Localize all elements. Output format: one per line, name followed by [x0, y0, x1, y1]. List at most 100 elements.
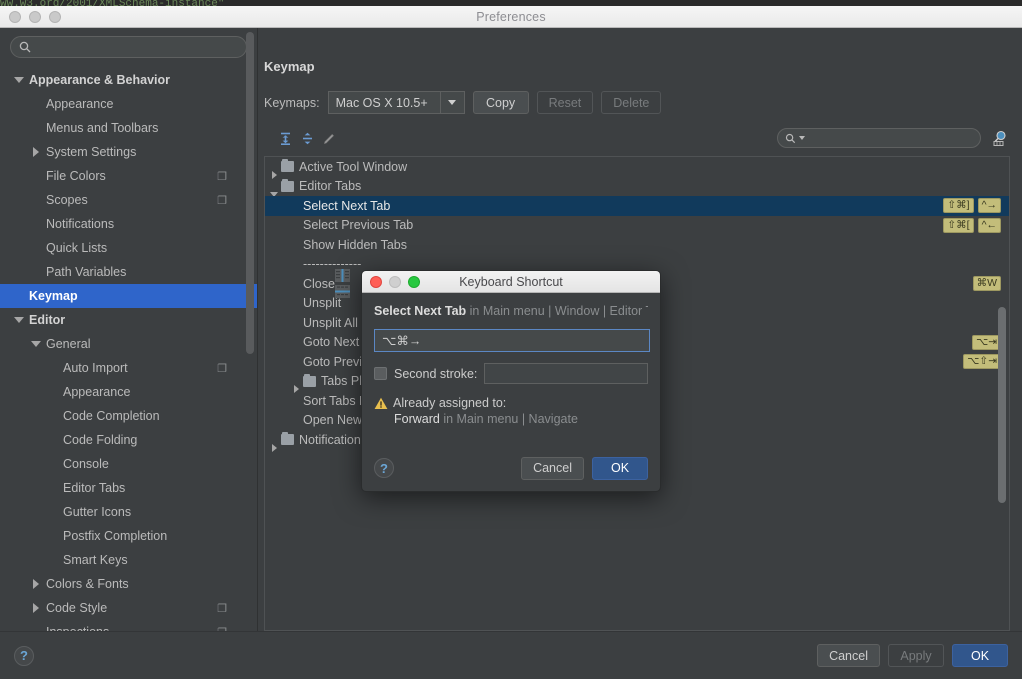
sidebar-item-editor[interactable]: Editor	[0, 308, 257, 332]
chevron-right-icon[interactable]	[31, 603, 41, 613]
sidebar-item-system-settings[interactable]: System Settings	[0, 140, 257, 164]
chevron-down-icon[interactable]	[799, 136, 805, 140]
copy-settings-icon[interactable]: ❐	[217, 626, 227, 632]
action-label: Unsplit	[303, 296, 342, 311]
sidebar-item-keymap[interactable]: Keymap	[0, 284, 257, 308]
sidebar-item-code-completion[interactable]: Code Completion	[0, 404, 257, 428]
action-row[interactable]: Select Next Tab ⇧⌘] ^→	[265, 196, 1009, 216]
actions-scrollbar[interactable]	[998, 307, 1006, 503]
sidebar-item-label: Colors & Fonts	[46, 577, 129, 591]
search-box[interactable]	[10, 36, 247, 58]
apply-button[interactable]: Apply	[888, 644, 944, 667]
sidebar-item-inspections[interactable]: Inspections ❐	[0, 620, 257, 631]
help-button[interactable]: ?	[14, 645, 34, 666]
action-label: Unsplit All	[303, 315, 358, 330]
sidebar-item-label: Keymap	[29, 289, 78, 303]
sidebar-item-label: Gutter Icons	[63, 505, 132, 519]
shortcut-badge[interactable]: ⇧⌘]	[943, 198, 974, 214]
actions-filter-box[interactable]	[777, 128, 981, 148]
reset-keymap-button[interactable]: Reset	[536, 91, 594, 114]
copy-settings-icon[interactable]: ❐	[217, 194, 227, 207]
preferences-window: Preferences Appearance & Behavior Appeara…	[0, 6, 1022, 679]
chevron-down-icon[interactable]	[439, 92, 464, 113]
dialog-content: Select Next Tab in Main menu | Window | …	[362, 293, 660, 445]
dialog-title: Keyboard Shortcut	[459, 274, 563, 289]
search-icon	[19, 41, 31, 53]
sidebar-item-postfix-completion[interactable]: Postfix Completion	[0, 524, 257, 548]
edit-shortcut-pencil-icon[interactable]	[318, 128, 340, 148]
action-row[interactable]: Select Previous Tab ⇧⌘[^←	[265, 216, 1009, 236]
action-row[interactable]: Show Hidden Tabs	[265, 235, 1009, 255]
action-row[interactable]: Editor Tabs	[265, 177, 1009, 198]
sidebar-search-wrap	[0, 28, 257, 64]
sidebar-item-path-variables[interactable]: Path Variables	[0, 260, 257, 284]
chevron-right-icon[interactable]	[31, 147, 41, 157]
shortcut-badge[interactable]: ⌥⇧⇥	[963, 354, 1001, 370]
sidebar-item-quick-lists[interactable]: Quick Lists	[0, 236, 257, 260]
copy-settings-icon[interactable]: ❐	[217, 170, 227, 183]
chevron-down-icon[interactable]	[31, 339, 41, 349]
sidebar-item-label: Code Folding	[63, 433, 138, 447]
shortcut-badges: ⌥⇥	[972, 334, 1001, 350]
dialog-help-button[interactable]: ?	[374, 458, 394, 478]
second-stroke-input[interactable]	[484, 363, 648, 384]
sidebar-item-appearance[interactable]: Appearance	[0, 92, 257, 116]
sidebar-item-menus-and-toolbars[interactable]: Menus and Toolbars	[0, 116, 257, 140]
split-icons-group	[335, 269, 350, 298]
shortcut-badges: ⌘W	[972, 276, 1001, 292]
first-stroke-input[interactable]: ⌥⌘→	[374, 329, 650, 352]
split-vertically-icon	[335, 269, 350, 282]
chevron-right-icon[interactable]	[31, 579, 41, 589]
search-input[interactable]	[36, 40, 238, 54]
sidebar-item-smart-keys[interactable]: Smart Keys	[0, 548, 257, 572]
shortcut-badge[interactable]: ^→	[977, 198, 1001, 214]
sidebar-scrollbar[interactable]	[246, 32, 254, 354]
sidebar-item-auto-import[interactable]: Auto Import ❐	[0, 356, 257, 380]
sidebar-item-appearance-behavior[interactable]: Appearance & Behavior	[0, 68, 257, 92]
sidebar-item-code-folding[interactable]: Code Folding	[0, 428, 257, 452]
assigned-action-line: Forward in Main menu | Navigate	[394, 412, 648, 426]
copy-settings-icon[interactable]: ❐	[217, 362, 227, 375]
ok-button[interactable]: OK	[952, 644, 1008, 667]
shortcut-badge[interactable]: ⌥⇥	[972, 334, 1001, 350]
sidebar-item-colors-fonts[interactable]: Colors & Fonts	[0, 572, 257, 596]
sidebar-item-general[interactable]: General	[0, 332, 257, 356]
shortcut-badge[interactable]: ⇧⌘[	[943, 217, 974, 233]
sidebar-item-appearance[interactable]: Appearance	[0, 380, 257, 404]
delete-keymap-button[interactable]: Delete	[601, 91, 662, 114]
copy-settings-icon[interactable]: ❐	[217, 602, 227, 615]
dialog-cancel-button[interactable]: Cancel	[521, 456, 584, 480]
action-row[interactable]: Active Tool Window	[265, 157, 1009, 179]
sidebar-item-editor-tabs[interactable]: Editor Tabs	[0, 476, 257, 500]
chevron-down-icon[interactable]	[14, 75, 24, 85]
cancel-button[interactable]: Cancel	[817, 644, 880, 667]
second-stroke-checkbox[interactable]	[374, 367, 387, 380]
sidebar-item-console[interactable]: Console	[0, 452, 257, 476]
keymap-select-value: Mac OS X 10.5+	[335, 95, 428, 110]
actions-toolbar	[274, 126, 1010, 150]
find-by-shortcut-icon[interactable]	[990, 128, 1010, 148]
sidebar-item-code-style[interactable]: Code Style ❐	[0, 596, 257, 620]
actions-filter-input[interactable]	[808, 132, 973, 144]
dialog-ok-button[interactable]: OK	[592, 456, 648, 480]
sidebar-item-gutter-icons[interactable]: Gutter Icons	[0, 500, 257, 524]
sidebar-item-label: Scopes	[46, 193, 88, 207]
keymap-select[interactable]: Mac OS X 10.5+	[327, 91, 465, 114]
sidebar-item-file-colors[interactable]: File Colors ❐	[0, 164, 257, 188]
sidebar-item-scopes[interactable]: Scopes ❐	[0, 188, 257, 212]
chevron-down-icon[interactable]	[14, 315, 24, 325]
sidebar-item-label: Auto Import	[63, 361, 128, 375]
expand-all-icon[interactable]	[274, 128, 296, 148]
sidebar-item-notifications[interactable]: Notifications	[0, 212, 257, 236]
sidebar-item-label: System Settings	[46, 145, 137, 159]
collapse-all-icon[interactable]	[296, 128, 318, 148]
copy-keymap-button[interactable]: Copy	[472, 91, 529, 114]
shortcut-badge[interactable]: ⌘W	[972, 276, 1001, 292]
shortcut-badge[interactable]: ^←	[977, 217, 1001, 233]
